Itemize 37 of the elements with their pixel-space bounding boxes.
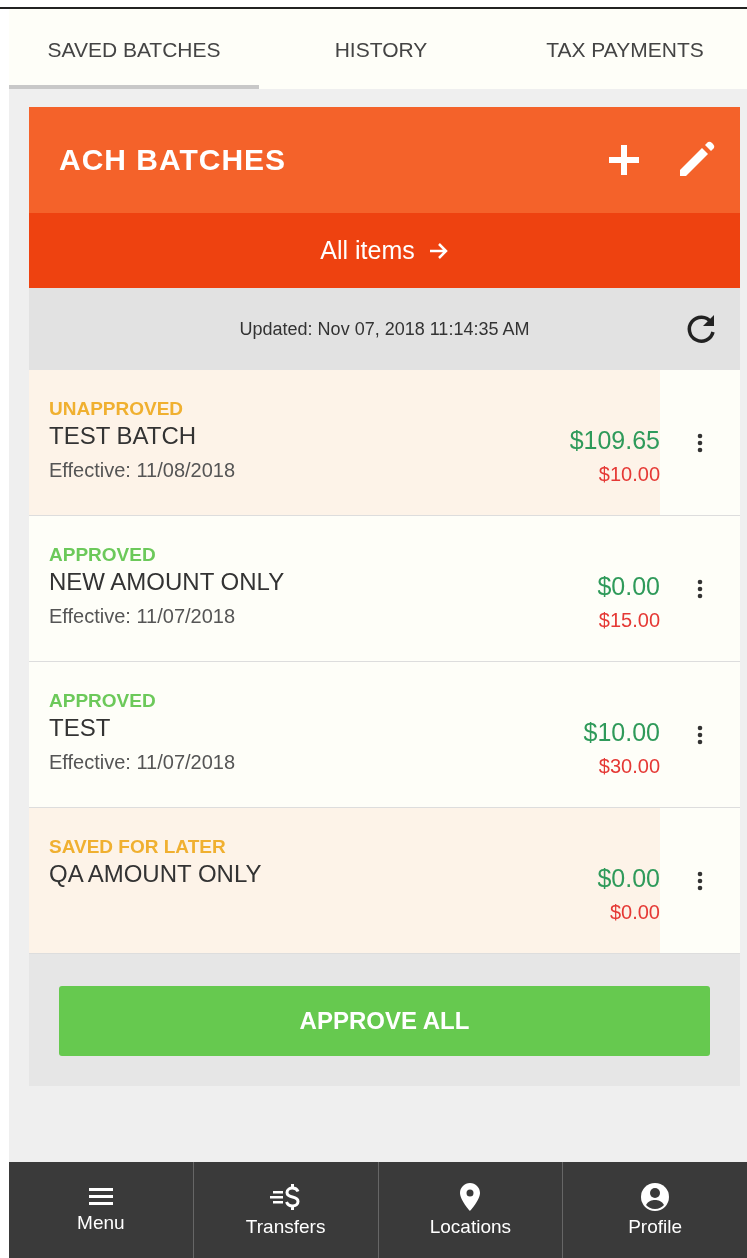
updated-timestamp: Updated: Nov 07, 2018 11:14:35 AM — [239, 318, 530, 340]
card-title: ACH BATCHES — [59, 143, 288, 177]
batch-row[interactable]: UNAPPROVED TEST BATCH Effective: 11/08/2018 $109.65 $10.00 — [29, 370, 740, 516]
batch-status: UNAPPROVED — [49, 398, 185, 420]
all-items-link[interactable]: All items — [29, 213, 740, 288]
batch-name: QA AMOUNT ONLY — [49, 860, 263, 888]
batch-row[interactable]: SAVED FOR LATER QA AMOUNT ONLY $0.00 $0.00 — [29, 808, 740, 954]
batch-status: APPROVED — [49, 544, 157, 566]
batch-status: APPROVED — [49, 690, 157, 712]
batch-row[interactable]: APPROVED TEST Effective: 11/07/2018 $10.00 $30.00 — [29, 662, 740, 808]
location-pin-icon — [459, 1182, 482, 1212]
arrow-right-icon — [428, 241, 449, 260]
batch-status: SAVED FOR LATER — [49, 836, 227, 858]
credit-amount: $109.65 — [569, 426, 660, 455]
credit-amount: $0.00 — [597, 572, 660, 601]
menu-icon — [88, 1186, 113, 1208]
credit-amount: $0.00 — [597, 864, 660, 893]
effective-date: Effective: 11/07/2018 — [49, 605, 237, 628]
credit-amount: $10.00 — [583, 718, 660, 747]
debit-amount: $30.00 — [598, 755, 660, 778]
nav-item[interactable]: Menu — [9, 1162, 193, 1258]
nav-item[interactable]: Transfers — [192, 1162, 378, 1258]
batch-name: NEW AMOUNT ONLY — [49, 568, 286, 596]
profile-icon — [640, 1182, 671, 1212]
nav-item[interactable]: Profile — [562, 1162, 747, 1258]
effective-date: Effective: 11/07/2018 — [49, 751, 237, 774]
debit-amount: $0.00 — [609, 901, 660, 924]
add-icon[interactable] — [608, 144, 640, 176]
tab[interactable]: HISTORY — [259, 9, 503, 89]
debit-amount: $10.00 — [598, 463, 660, 486]
batch-name: TEST BATCH — [49, 422, 198, 450]
effective-date: Effective: 11/08/2018 — [49, 459, 237, 482]
batch-row[interactable]: APPROVED NEW AMOUNT ONLY Effective: 11/07/2018 $0.00 $15.00 — [29, 516, 740, 662]
nav-item[interactable]: Locations — [377, 1162, 563, 1258]
batch-name: TEST — [49, 714, 112, 742]
debit-amount: $15.00 — [598, 609, 660, 632]
tab[interactable]: TAX PAYMENTS — [503, 9, 747, 89]
